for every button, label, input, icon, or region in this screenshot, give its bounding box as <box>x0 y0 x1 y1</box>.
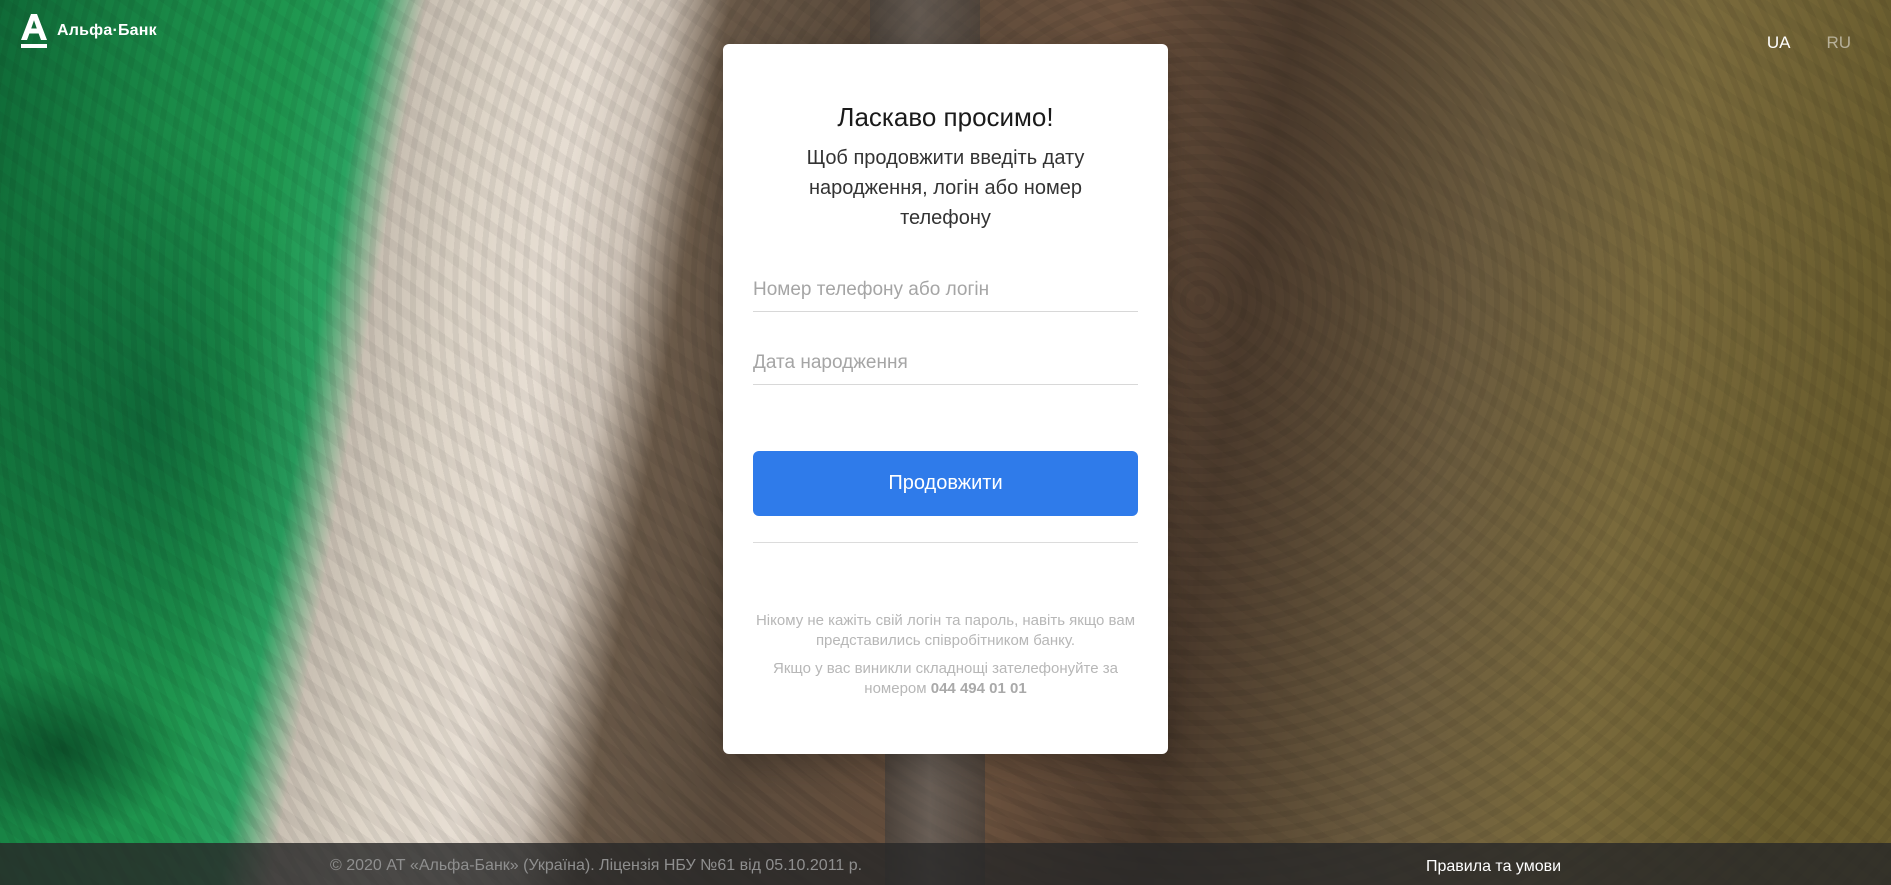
notice-text-2: Якщо у вас виникли складнощі зателефонуй… <box>753 659 1138 699</box>
page-subtitle: Щоб продовжити введіть дату народження, … <box>806 147 1085 229</box>
birthdate-input[interactable] <box>753 348 1138 378</box>
page-title: Ласкаво просимо! <box>837 102 1054 132</box>
login-card: Ласкаво просимо! Щоб продовжити введіть … <box>723 44 1168 754</box>
login-input[interactable] <box>753 275 1138 305</box>
logo-text: Альфа·Банк <box>57 22 157 39</box>
terms-link[interactable]: Правила та умови <box>1426 858 1561 876</box>
support-phone[interactable]: 044 494 01 01 <box>931 680 1027 697</box>
birthdate-field <box>753 348 1138 385</box>
login-page: Альфа·Банк UA RU Ласкаво просимо! Щоб пр… <box>0 0 1891 885</box>
alfa-bank-logo-icon <box>21 14 47 52</box>
language-switcher: UA RU <box>1767 33 1851 53</box>
bank-logo[interactable]: Альфа·Банк <box>21 14 157 52</box>
copyright-text: © 2020 АТ «Альфа-Банк» (Україна). Ліценз… <box>330 857 863 874</box>
footer: © 2020 АТ «Альфа-Банк» (Україна). Ліценз… <box>0 843 1891 885</box>
lang-ua[interactable]: UA <box>1767 33 1791 53</box>
continue-button[interactable]: Продовжити <box>753 451 1138 516</box>
security-notice: Нікому не кажіть свій логін та пароль, н… <box>753 611 1138 699</box>
notice-text-1: Нікому не кажіть свій логін та пароль, н… <box>755 612 1136 649</box>
lang-ru[interactable]: RU <box>1826 33 1851 53</box>
login-field <box>753 275 1138 312</box>
divider <box>753 542 1138 543</box>
